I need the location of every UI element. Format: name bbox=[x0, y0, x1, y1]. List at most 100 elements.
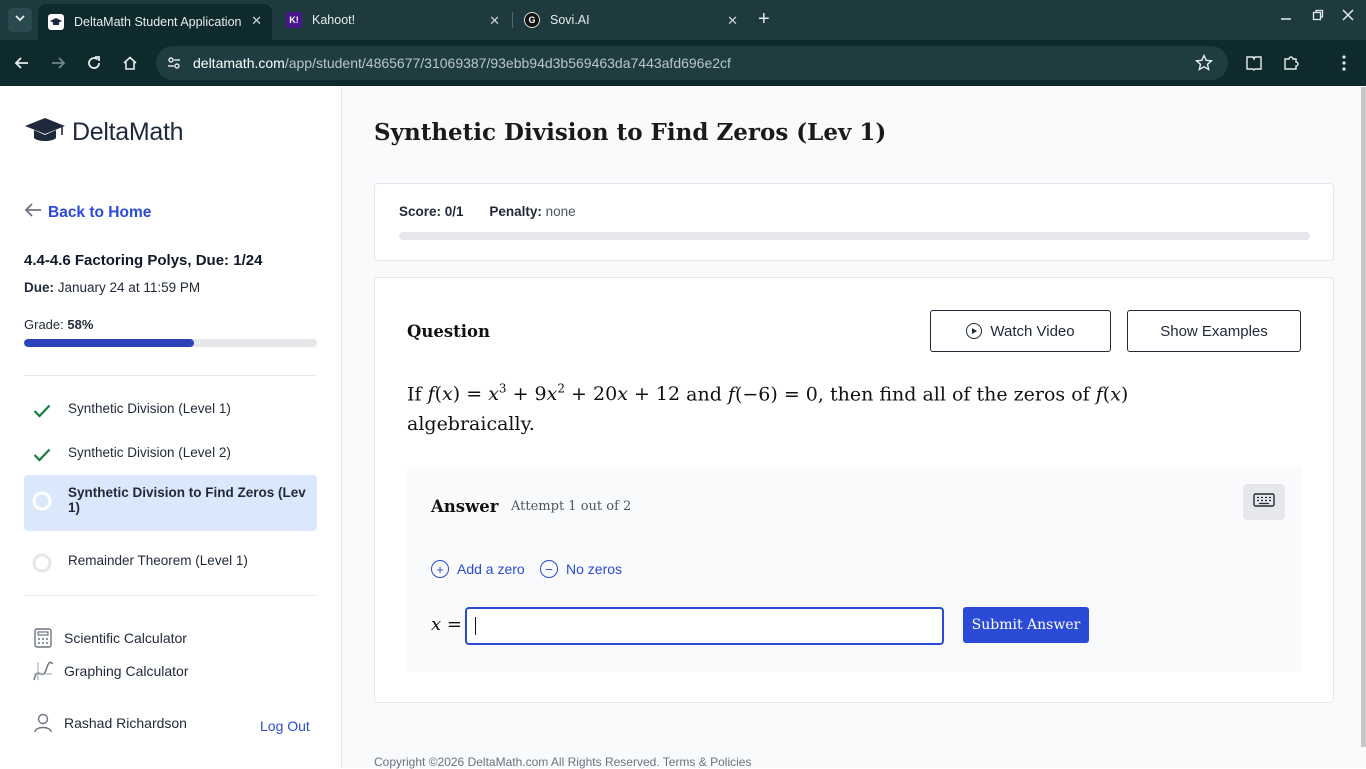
problem-item-remainder-theorem[interactable]: Remainder Theorem (Level 1) bbox=[24, 545, 317, 581]
answer-label: Answer bbox=[431, 497, 499, 516]
problem-label: Synthetic Division (Level 1) bbox=[68, 401, 231, 416]
graphing-calculator-link[interactable]: Graphing Calculator bbox=[32, 660, 189, 682]
add-zero-button[interactable]: + Add a zero bbox=[431, 560, 525, 578]
score-card: Score: 0/1 Penalty: none bbox=[374, 183, 1334, 261]
score-value: 0/1 bbox=[444, 204, 464, 219]
due-label: Due: bbox=[24, 280, 54, 295]
add-zero-label: Add a zero bbox=[457, 561, 525, 577]
reload-icon[interactable] bbox=[84, 53, 104, 73]
back-to-home-link[interactable]: Back to Home bbox=[24, 202, 151, 223]
tab-close-icon[interactable]: ✕ bbox=[727, 13, 738, 29]
deltamath-logo[interactable]: DeltaMath bbox=[24, 117, 184, 148]
show-examples-button[interactable]: Show Examples bbox=[1127, 310, 1301, 352]
watch-video-button[interactable]: Watch Video bbox=[930, 310, 1111, 352]
tab-title: Kahoot! bbox=[312, 13, 356, 27]
footer: Copyright ©2026 DeltaMath.com All Rights… bbox=[374, 755, 751, 769]
grade-text: Grade: 58% bbox=[24, 317, 93, 332]
sovi-favicon-icon: G bbox=[524, 12, 540, 28]
checkmark-icon bbox=[32, 445, 52, 465]
deltamath-favicon-icon bbox=[48, 14, 64, 30]
grade-progress-bar bbox=[24, 339, 317, 347]
score-label: Score: bbox=[399, 204, 442, 219]
penalty-value: none bbox=[545, 204, 576, 219]
graduation-cap-icon bbox=[24, 117, 66, 148]
problem-label: Synthetic Division to Find Zeros (Lev 1) bbox=[68, 485, 306, 515]
question-text: If f(x) = x3 + 9x2 + 20x + 12 and f(−6) … bbox=[407, 382, 1129, 436]
calculator-icon bbox=[32, 627, 54, 649]
back-label: Back to Home bbox=[48, 203, 152, 221]
page-scrollbar[interactable] bbox=[1361, 87, 1366, 747]
problem-label: Synthetic Division (Level 2) bbox=[68, 445, 231, 460]
question-card: Question Watch Video Show Examples If f(… bbox=[374, 277, 1334, 703]
no-zeros-label: No zeros bbox=[566, 561, 623, 577]
reading-mode-icon[interactable] bbox=[1244, 53, 1264, 73]
problem-item-find-zeros[interactable]: Synthetic Division to Find Zeros (Lev 1) bbox=[24, 475, 317, 531]
attempt-text: Attempt 1 out of 2 bbox=[511, 499, 632, 514]
show-examples-label: Show Examples bbox=[1160, 322, 1268, 340]
answer-input[interactable] bbox=[465, 607, 944, 645]
x-equals-label: x = bbox=[431, 614, 462, 635]
problem-item-synthetic-division-1[interactable]: Synthetic Division (Level 1) bbox=[24, 393, 317, 429]
tab-deltamath[interactable]: DeltaMath Student Application ✕ bbox=[38, 4, 272, 40]
tab-search-button[interactable] bbox=[8, 8, 32, 32]
grade-progress-fill bbox=[24, 339, 194, 347]
watch-video-label: Watch Video bbox=[990, 322, 1075, 340]
window-close-icon[interactable] bbox=[1342, 8, 1354, 24]
restore-icon[interactable] bbox=[1312, 8, 1324, 24]
forward-arrow-icon[interactable] bbox=[48, 53, 68, 73]
question-label: Question bbox=[407, 322, 491, 341]
tab-title: Sovi.AI bbox=[550, 13, 590, 27]
bookmark-star-icon[interactable] bbox=[1194, 53, 1214, 77]
keyboard-icon bbox=[1253, 492, 1275, 512]
math-keyboard-button[interactable] bbox=[1243, 484, 1285, 520]
tab-kahoot[interactable]: K! Kahoot! ✕ bbox=[276, 4, 510, 36]
divider bbox=[24, 595, 317, 596]
extensions-puzzle-icon[interactable] bbox=[1281, 53, 1301, 73]
checkmark-icon bbox=[32, 401, 52, 421]
problem-label: Remainder Theorem (Level 1) bbox=[68, 553, 248, 568]
url-text: deltamath.com/app/student/4865677/310693… bbox=[193, 55, 731, 71]
grade-label: Grade: bbox=[24, 317, 64, 332]
tab-sovi[interactable]: G Sovi.AI ✕ bbox=[514, 4, 748, 36]
score-progress-bar bbox=[399, 232, 1310, 240]
grade-value: 58% bbox=[67, 317, 94, 332]
no-zeros-button[interactable]: − No zeros bbox=[540, 560, 622, 578]
penalty-label: Penalty: bbox=[489, 204, 542, 219]
browser-toolbar: deltamath.com/app/student/4865677/310693… bbox=[0, 40, 1366, 86]
tool-label: Scientific Calculator bbox=[64, 630, 187, 646]
score-text: Score: 0/1 Penalty: none bbox=[399, 204, 576, 219]
plus-circle-icon: + bbox=[431, 560, 449, 578]
browser-tab-bar: DeltaMath Student Application ✕ K! Kahoo… bbox=[0, 0, 1366, 40]
play-icon bbox=[966, 323, 983, 339]
url-path: /app/student/4865677/31069387/93ebb94d3b… bbox=[284, 55, 731, 71]
answer-box: Answer Attempt 1 out of 2 + Add a zero −… bbox=[407, 467, 1302, 672]
terms-policies-link[interactable]: Terms & Policies bbox=[663, 755, 752, 769]
assignment-due: Due: January 24 at 11:59 PM bbox=[24, 280, 200, 295]
address-bar[interactable]: deltamath.com/app/student/4865677/310693… bbox=[156, 46, 1228, 80]
back-arrow-icon[interactable] bbox=[12, 53, 32, 73]
tab-title: DeltaMath Student Application bbox=[74, 15, 242, 29]
minus-circle-icon: − bbox=[540, 560, 558, 578]
page-title: Synthetic Division to Find Zeros (Lev 1) bbox=[374, 119, 887, 146]
sidebar: DeltaMath Back to Home 4.4-4.6 Factoring… bbox=[0, 87, 342, 768]
home-icon[interactable] bbox=[120, 53, 140, 73]
kahoot-favicon-icon: K! bbox=[286, 12, 302, 28]
more-menu-icon[interactable] bbox=[1334, 53, 1354, 73]
tool-label: Graphing Calculator bbox=[64, 663, 189, 679]
tab-close-icon[interactable]: ✕ bbox=[489, 13, 500, 29]
minimize-icon[interactable] bbox=[1280, 8, 1292, 24]
scientific-calculator-link[interactable]: Scientific Calculator bbox=[32, 627, 187, 649]
assignment-title: 4.4-4.6 Factoring Polys, Due: 1/24 bbox=[24, 252, 263, 269]
graph-icon bbox=[32, 660, 54, 682]
log-out-link[interactable]: Log Out bbox=[260, 718, 310, 734]
new-tab-plus-icon[interactable]: + bbox=[758, 9, 770, 29]
tab-separator bbox=[512, 12, 513, 28]
chevron-down-icon bbox=[14, 11, 26, 29]
footer-copyright: Copyright ©2026 DeltaMath.com All Rights… bbox=[374, 755, 660, 769]
tab-close-icon[interactable]: ✕ bbox=[251, 13, 262, 29]
submit-answer-button[interactable]: Submit Answer bbox=[963, 607, 1089, 643]
main-content: Synthetic Division to Find Zeros (Lev 1)… bbox=[342, 87, 1366, 769]
site-info-icon[interactable] bbox=[166, 55, 182, 76]
text-caret bbox=[475, 617, 476, 635]
problem-item-synthetic-division-2[interactable]: Synthetic Division (Level 2) bbox=[24, 437, 317, 473]
